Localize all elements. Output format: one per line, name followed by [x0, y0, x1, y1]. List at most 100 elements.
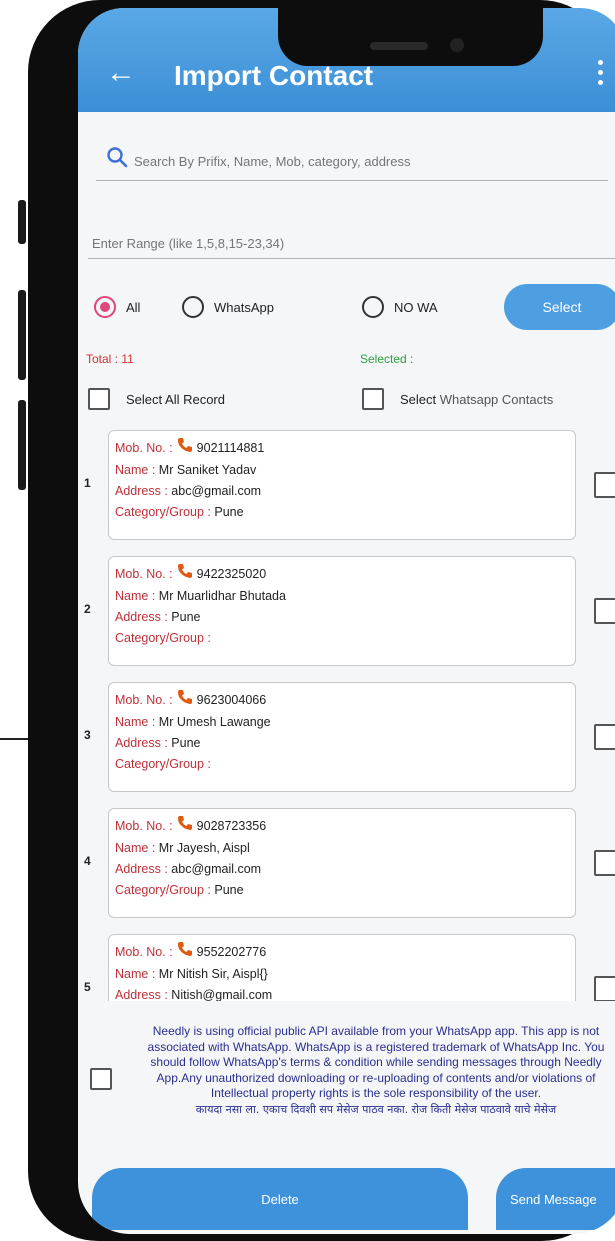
mob-value: 9028723356	[196, 818, 267, 833]
search-input[interactable]	[132, 148, 596, 174]
phone-icon[interactable]	[177, 815, 193, 838]
name-value: Mr Nitish Sir, Aispl{}	[158, 967, 268, 981]
terms-checkbox[interactable]	[90, 1068, 112, 1090]
select-whatsapp-rest: Whatsapp Contacts	[436, 391, 554, 407]
address-value: abc@gmail.com	[171, 484, 262, 498]
list-item: 2 Mob. No. : 9422325020 Name : Mr Muarlid…	[78, 552, 615, 670]
name-label: Name :	[115, 841, 156, 855]
address-label: Address :	[115, 988, 168, 1001]
list-item: 5 Mob. No. : 9552202776 Name : Mr Nitish …	[78, 930, 615, 1001]
total-count: Total : 11	[86, 352, 134, 366]
contact-card[interactable]: Mob. No. : 9552202776 Name : Mr Nitish Si…	[108, 934, 576, 1001]
address-value: Pune	[171, 736, 201, 750]
row-index: 4	[84, 854, 91, 868]
phone-side-button	[18, 200, 26, 244]
row-index: 2	[84, 602, 91, 616]
address-label: Address :	[115, 736, 168, 750]
mob-label: Mob. No. :	[115, 944, 173, 959]
select-all-checkbox[interactable]	[88, 388, 110, 410]
disclaimer-text: Needly is using official public API avai…	[130, 1024, 615, 1117]
mob-label: Mob. No. :	[115, 566, 173, 581]
address-label: Address :	[115, 862, 168, 876]
select-whatsapp-prefix: Select	[400, 391, 437, 407]
list-item: 3 Mob. No. : 9623004066 Name : Mr Umesh L…	[78, 678, 615, 796]
delete-button[interactable]: Delete	[92, 1168, 468, 1230]
contact-card[interactable]: Mob. No. : 9623004066 Name : Mr Umesh Law…	[108, 682, 576, 792]
range-field	[88, 226, 615, 259]
radio-whatsapp[interactable]: WhatsApp	[182, 296, 274, 318]
category-value: Pune	[214, 505, 244, 519]
row-checkbox[interactable]	[594, 472, 615, 498]
category-value: Pune	[214, 883, 244, 897]
radio-no-wa-circle[interactable]	[362, 296, 384, 318]
radio-whatsapp-label: WhatsApp	[214, 299, 274, 315]
radio-no-wa-label: NO WA	[394, 299, 438, 315]
category-label: Category/Group :	[115, 505, 211, 519]
address-value: abc@gmail.com	[171, 862, 262, 876]
name-label: Name :	[115, 715, 156, 729]
phone-icon[interactable]	[177, 941, 193, 964]
name-value: Mr Jayesh, Aispl	[158, 841, 250, 855]
mob-label: Mob. No. :	[115, 440, 173, 455]
row-checkbox[interactable]	[594, 598, 615, 624]
mob-label: Mob. No. :	[115, 818, 173, 833]
phone-icon[interactable]	[177, 563, 193, 586]
address-value: Pune	[171, 610, 201, 624]
phone-volume-button	[18, 290, 26, 380]
row-index: 5	[84, 980, 91, 994]
contact-card[interactable]: Mob. No. : 9028723356 Name : Mr Jayesh, A…	[108, 808, 576, 918]
search-bar	[96, 140, 608, 181]
contact-list[interactable]: 1 Mob. No. : 9021114881 Name : Mr Saniket…	[78, 426, 615, 1001]
row-checkbox[interactable]	[594, 850, 615, 876]
select-all-record[interactable]: Select All Record	[88, 388, 225, 410]
radio-all-circle[interactable]	[94, 296, 116, 318]
name-label: Name :	[115, 589, 156, 603]
send-message-button[interactable]: Send Message	[496, 1168, 615, 1230]
contact-card[interactable]: Mob. No. : 9021114881 Name : Mr Saniket Y…	[108, 430, 576, 540]
radio-whatsapp-circle[interactable]	[182, 296, 204, 318]
name-value: Mr Umesh Lawange	[158, 715, 271, 729]
list-item: 4 Mob. No. : 9028723356 Name : Mr Jayesh,…	[78, 804, 615, 922]
phone-volume-button	[18, 400, 26, 490]
search-icon	[106, 146, 128, 173]
mob-value: 9021114881	[196, 440, 265, 455]
select-whatsapp-checkbox[interactable]	[362, 388, 384, 410]
select-whatsapp-label: Select Whatsapp Contacts	[400, 392, 553, 407]
address-value: Nitish@gmail.com	[171, 988, 273, 1001]
category-label: Category/Group :	[115, 883, 211, 897]
name-label: Name :	[115, 967, 156, 981]
radio-all[interactable]: All	[94, 296, 140, 318]
address-label: Address :	[115, 484, 168, 498]
row-checkbox[interactable]	[594, 724, 615, 750]
category-label: Category/Group :	[115, 757, 211, 771]
mob-value: 9552202776	[196, 944, 267, 959]
disclaimer-marathi: कायदा नसा ला. एकाच दिवशी सप मेसेज पाठव न…	[195, 1102, 557, 1116]
phone-notch	[278, 8, 543, 66]
phone-frame: ← Import Contact All WhatsApp NO WA Sele…	[28, 0, 615, 1241]
radio-no-wa[interactable]: NO WA	[362, 296, 438, 318]
select-all-label: Select All Record	[126, 391, 225, 407]
arrow-left-icon[interactable]: ←	[106, 58, 136, 88]
radio-all-label: All	[126, 299, 141, 315]
name-value: Mr Saniket Yadav	[158, 463, 257, 477]
name-label: Name :	[115, 463, 156, 477]
name-value: Mr Muarlidhar Bhutada	[158, 589, 286, 603]
more-vert-icon[interactable]	[598, 60, 604, 88]
select-whatsapp-contacts[interactable]: Select Whatsapp Contacts	[362, 388, 553, 410]
row-checkbox[interactable]	[594, 976, 615, 1001]
front-camera	[450, 38, 464, 52]
speaker-grille	[370, 42, 428, 50]
mob-label: Mob. No. :	[115, 692, 173, 707]
phone-icon[interactable]	[177, 437, 193, 460]
mob-value: 9422325020	[196, 566, 267, 581]
range-input[interactable]	[90, 230, 594, 256]
address-label: Address :	[115, 610, 168, 624]
selected-count: Selected :	[360, 352, 414, 366]
contact-card[interactable]: Mob. No. : 9422325020 Name : Mr Muarlidha…	[108, 556, 576, 666]
row-index: 1	[84, 476, 91, 490]
select-button[interactable]: Select	[504, 284, 615, 330]
phone-icon[interactable]	[177, 689, 193, 712]
list-item: 1 Mob. No. : 9021114881 Name : Mr Saniket…	[78, 426, 615, 544]
row-index: 3	[84, 728, 91, 742]
disclaimer-english: Needly is using official public API avai…	[147, 1024, 605, 1100]
